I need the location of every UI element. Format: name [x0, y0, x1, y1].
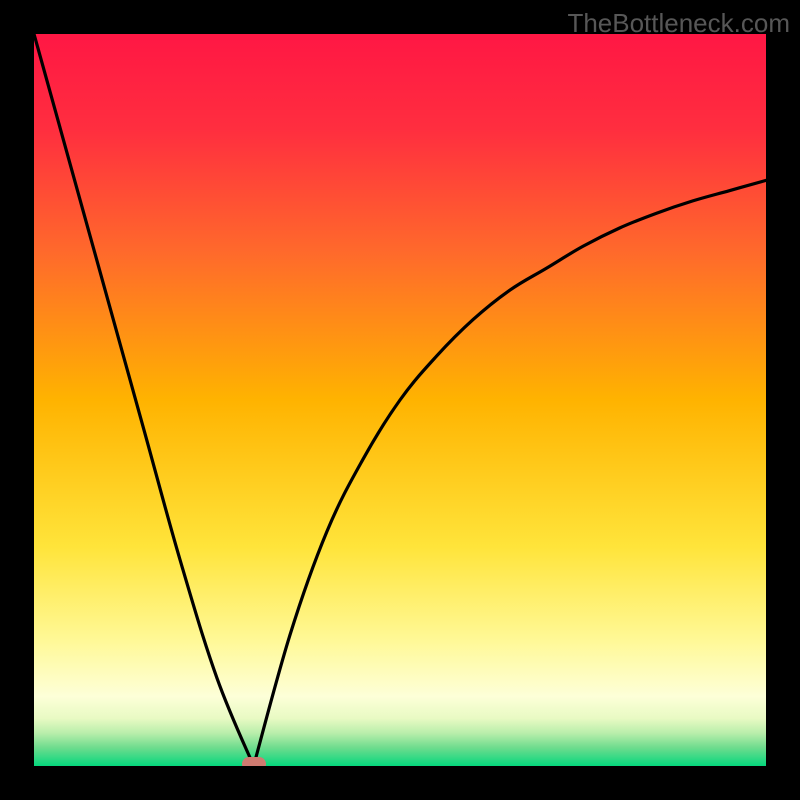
dip-marker: [242, 757, 266, 766]
plot-area: [34, 34, 766, 766]
bottleneck-curve: [34, 34, 766, 766]
watermark-text: TheBottleneck.com: [567, 8, 790, 39]
